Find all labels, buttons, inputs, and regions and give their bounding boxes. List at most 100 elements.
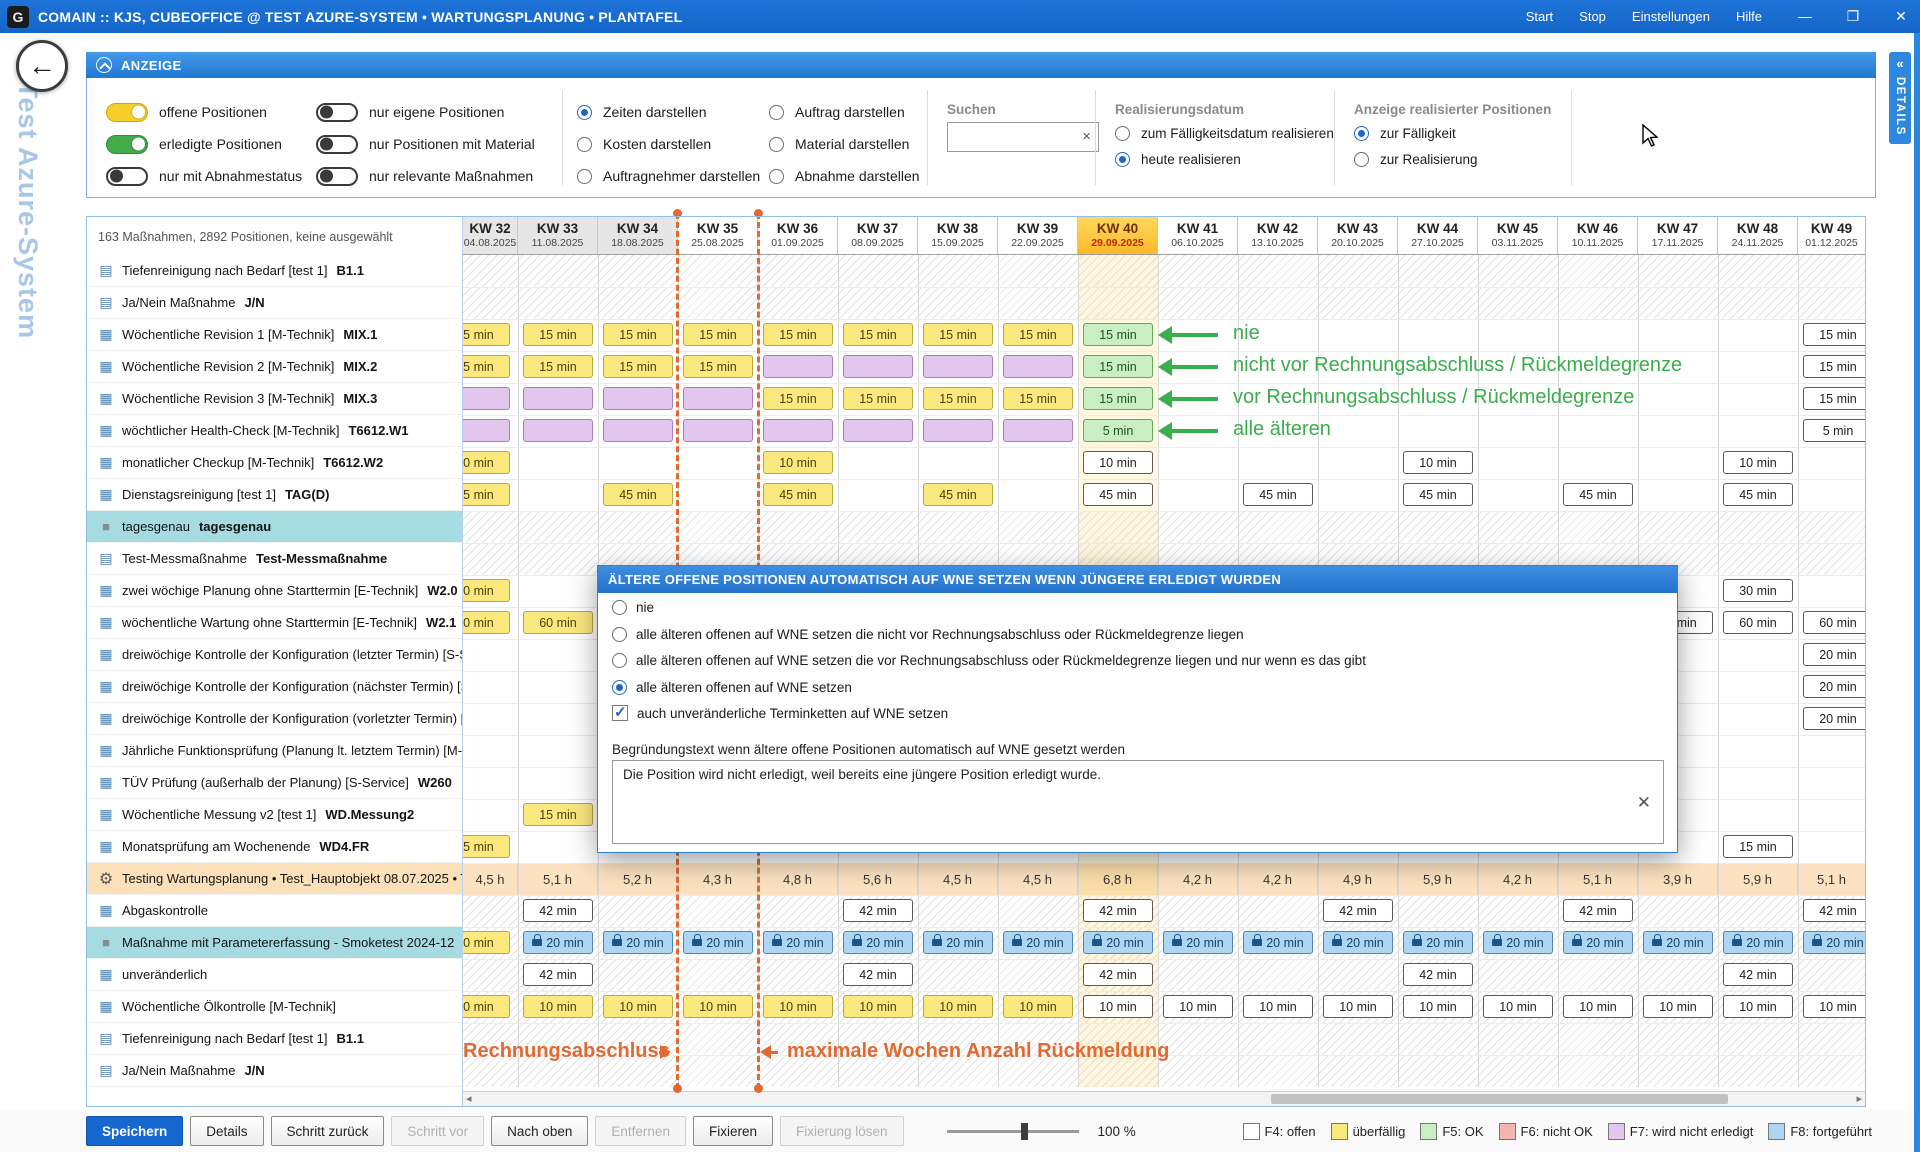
week-header-cell-kw-49[interactable]: KW 4901.12.2025 <box>1798 217 1866 255</box>
position-chip[interactable]: 15 min <box>763 323 833 346</box>
sidebar-item-wöchentliche-wartung-ohne-starttermin-e-[interactable]: ▦wöchentliche Wartung ohne Starttermin [… <box>87 607 462 639</box>
sidebar-item-tiefenreinigung-nach-bedarf-test-1[interactable]: ▤Tiefenreinigung nach Bedarf [test 1]B1.… <box>87 1023 462 1055</box>
position-chip[interactable]: 15 min <box>1083 387 1153 410</box>
position-chip[interactable]: 45 min <box>923 483 993 506</box>
position-chip[interactable] <box>843 419 913 442</box>
position-chip[interactable]: 45 min <box>1723 483 1793 506</box>
position-chip[interactable]: 20 min <box>1323 931 1393 954</box>
position-chip[interactable]: 10 min <box>1083 995 1153 1018</box>
position-chip[interactable]: 10 min <box>1243 995 1313 1018</box>
titlebar-menu-start[interactable]: Start <box>1526 9 1553 24</box>
position-chip[interactable]: 15 min <box>1083 323 1153 346</box>
position-chip[interactable]: 15 min <box>1003 387 1073 410</box>
radio-abnahme-darstellen[interactable] <box>769 169 784 184</box>
radio-zur-fälligkeit[interactable] <box>1354 126 1369 141</box>
titlebar-menu-hilfe[interactable]: Hilfe <box>1736 9 1762 24</box>
sidebar-item-jährliche-funktionsprüfung-planung-lt-le[interactable]: ▦Jährliche Funktionsprüfung (Planung lt.… <box>87 735 462 767</box>
position-chip[interactable]: 10 min <box>1403 995 1473 1018</box>
position-chip[interactable]: 15 min <box>463 355 510 378</box>
week-header-cell-kw-48[interactable]: KW 4824.11.2025 <box>1718 217 1798 255</box>
position-chip[interactable]: 10 min <box>763 995 833 1018</box>
position-chip[interactable]: 15 min <box>1803 323 1866 346</box>
position-chip[interactable]: 10 min <box>1003 995 1073 1018</box>
clear-reason-icon[interactable]: ✕ <box>1637 793 1651 813</box>
week-header-cell-kw-38[interactable]: KW 3815.09.2025 <box>918 217 998 255</box>
position-chip[interactable]: 15 min <box>763 387 833 410</box>
position-chip[interactable]: 20 min <box>1803 643 1866 666</box>
position-chip[interactable]: 10 min <box>843 995 913 1018</box>
close-icon[interactable]: ✕ <box>1892 8 1910 25</box>
sidebar-item-monatlicher-checkup-m-technik[interactable]: ▦monatlicher Checkup [M-Technik]T6612.W2 <box>87 447 462 479</box>
position-chip[interactable]: 10 min <box>1723 451 1793 474</box>
position-chip[interactable]: 20 min <box>1723 931 1793 954</box>
sidebar-item-ja-nein-maßnahme[interactable]: ▤Ja/Nein MaßnahmeJ/N <box>87 287 462 319</box>
line-handle[interactable] <box>754 1084 763 1093</box>
position-chip[interactable]: 42 min <box>523 963 593 986</box>
wne-option-row[interactable]: alle älteren offenen auf WNE setzen <box>612 680 852 695</box>
sidebar-item-abgaskontrolle[interactable]: ▦Abgaskontrolle <box>87 895 462 927</box>
position-chip[interactable]: 60 min <box>463 611 510 634</box>
position-chip[interactable]: 15 min <box>463 835 510 858</box>
position-chip[interactable]: 10 min <box>1483 995 1553 1018</box>
position-chip[interactable]: 42 min <box>1323 899 1393 922</box>
scrollbar-thumb[interactable] <box>1271 1094 1728 1104</box>
position-chip[interactable]: 20 min <box>1803 931 1866 954</box>
week-header-cell-kw-44[interactable]: KW 4427.10.2025 <box>1398 217 1478 255</box>
line-handle[interactable] <box>673 1084 682 1093</box>
expand-details-icon[interactable]: « <box>1896 56 1903 71</box>
sidebar-item-maßnahme-mit-parametererfassung-smoketes[interactable]: ■Maßnahme mit Parametererfassung - Smoke… <box>87 927 462 959</box>
sidebar-item-wöchentliche-messung-v2-test-1[interactable]: ▦Wöchentliche Messung v2 [test 1]WD.Mess… <box>87 799 462 831</box>
radio-zeiten-darstellen[interactable] <box>577 105 592 120</box>
titlebar-menu-stop[interactable]: Stop <box>1579 9 1606 24</box>
position-chip[interactable]: 20 min <box>683 931 753 954</box>
back-button[interactable]: ← <box>16 40 68 92</box>
position-chip[interactable] <box>683 419 753 442</box>
sidebar-item-wöchentliche-revision-3-m-technik[interactable]: ▦Wöchentliche Revision 3 [M-Technik]MIX.… <box>87 383 462 415</box>
toggle-nur-relevante-maßnahmen[interactable] <box>316 167 358 186</box>
sidebar-item-dienstagsreinigung-test-1[interactable]: ▦Dienstagsreinigung [test 1]TAG(D) <box>87 479 462 511</box>
position-chip[interactable]: 15 min <box>1083 355 1153 378</box>
position-chip[interactable]: 15 min <box>523 803 593 826</box>
collapse-icon[interactable] <box>96 57 112 73</box>
position-chip[interactable]: 15 min <box>603 355 673 378</box>
week-header-cell-kw-46[interactable]: KW 4610.11.2025 <box>1558 217 1638 255</box>
position-chip[interactable]: 45 min <box>1563 483 1633 506</box>
position-chip[interactable]: 20 min <box>1803 707 1866 730</box>
radio-zur-realisierung[interactable] <box>1354 152 1369 167</box>
wne-option-row[interactable]: alle älteren offenen auf WNE setzen die … <box>612 627 1244 642</box>
week-header-cell-kw-47[interactable]: KW 4717.11.2025 <box>1638 217 1718 255</box>
position-chip[interactable] <box>763 419 833 442</box>
position-chip[interactable]: 15 min <box>843 387 913 410</box>
week-header-cell-kw-35[interactable]: KW 3525.08.2025 <box>678 217 758 255</box>
week-header-cell-kw-34[interactable]: KW 3418.08.2025 <box>598 217 678 255</box>
position-chip[interactable] <box>523 387 593 410</box>
maximize-icon[interactable]: ❐ <box>1844 8 1862 25</box>
position-chip[interactable] <box>1003 419 1073 442</box>
position-chip[interactable]: 10 min <box>1643 995 1713 1018</box>
position-chip[interactable] <box>923 419 993 442</box>
sidebar-item-wöchentliche-ölkontrolle-m-technik[interactable]: ▦Wöchentliche Ölkontrolle [M-Technik] <box>87 991 462 1023</box>
position-chip[interactable]: 42 min <box>523 899 593 922</box>
sidebar-item-unveränderlich[interactable]: ▦unveränderlich <box>87 959 462 991</box>
position-chip[interactable] <box>683 387 753 410</box>
position-chip[interactable]: 15 min <box>523 355 593 378</box>
position-chip[interactable]: 20 min <box>1403 931 1473 954</box>
position-chip[interactable]: 10 min <box>603 995 673 1018</box>
toggle-offene-positionen[interactable] <box>106 103 148 122</box>
details-panel-edge[interactable] <box>1914 33 1920 1152</box>
details-button[interactable]: Details <box>190 1116 263 1146</box>
position-chip[interactable]: 45 min <box>1403 483 1473 506</box>
week-header-cell-kw-41[interactable]: KW 4106.10.2025 <box>1158 217 1238 255</box>
position-chip[interactable]: 15 min <box>463 323 510 346</box>
position-chip[interactable]: 42 min <box>1563 899 1633 922</box>
position-chip[interactable]: 45 min <box>1083 483 1153 506</box>
horizontal-scrollbar[interactable]: ◂ ▸ <box>463 1091 1866 1106</box>
position-chip[interactable]: 10 min <box>1803 995 1866 1018</box>
sidebar-item-dreiwöchige-kontrolle-der-konfiguration-[interactable]: ▦dreiwöchige Kontrolle der Konfiguration… <box>87 671 462 703</box>
radio-zum-fälligkeitsdatum-realisieren[interactable] <box>1115 126 1130 141</box>
week-header-cell-kw-45[interactable]: KW 4503.11.2025 <box>1478 217 1558 255</box>
position-chip[interactable]: 45 min <box>1243 483 1313 506</box>
sidebar-item-wöchentliche-revision-2-m-technik[interactable]: ▦Wöchentliche Revision 2 [M-Technik]MIX.… <box>87 351 462 383</box>
position-chip[interactable]: 15 min <box>1803 355 1866 378</box>
position-chip[interactable] <box>603 419 673 442</box>
